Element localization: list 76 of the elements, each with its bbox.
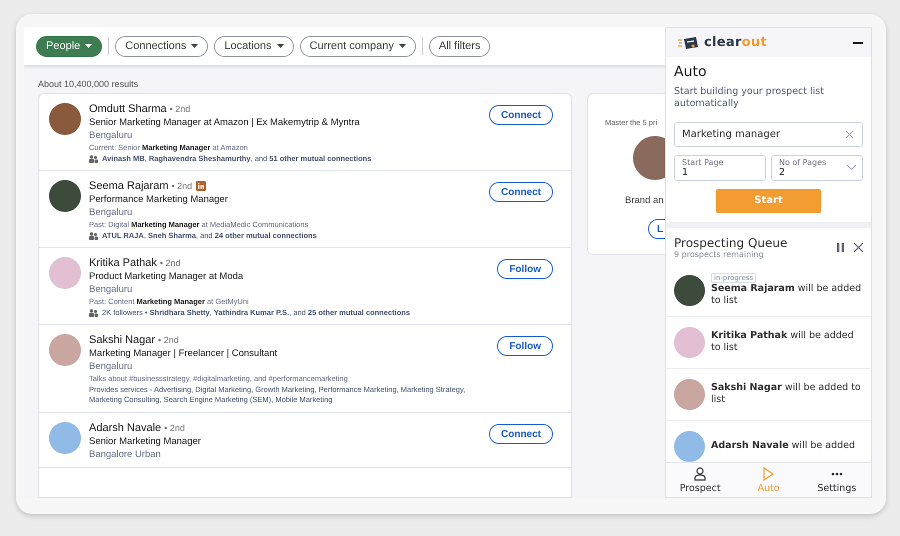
close-icon	[854, 242, 863, 252]
field-value: 2	[779, 166, 786, 178]
panel-subtitle: Start building your prospect list automatically	[674, 86, 825, 110]
person-icon	[694, 466, 706, 480]
close-button[interactable]	[854, 242, 863, 252]
people-icon	[89, 308, 98, 316]
pause-button[interactable]	[837, 242, 844, 252]
filter-chip[interactable]: All filters	[428, 36, 490, 56]
nav-tab[interactable]: Settings	[802, 463, 871, 497]
avatar[interactable]	[49, 103, 81, 135]
location-text: Bengaluru	[89, 130, 134, 141]
location-text: Bengaluru	[89, 284, 134, 295]
promo-button[interactable]: L	[648, 219, 665, 239]
chevron-down-icon	[847, 165, 856, 170]
results-count: About 10,400,000 results	[38, 79, 140, 89]
people-icon	[89, 232, 98, 240]
logo-text: clearout	[704, 35, 767, 50]
connection-degree: • 2nd	[160, 258, 181, 268]
queue-item-text: Sakshi Nagar will be added to list	[711, 382, 862, 407]
queue-item-text: Kritika Pathak will be added to list	[711, 330, 855, 355]
queue-item-text: Seema Rajaram will be added to list	[711, 282, 862, 308]
nav-tab[interactable]: Prospect	[666, 463, 734, 497]
location-text: Bengaluru	[89, 207, 134, 218]
start-page-field[interactable]: Start Page 1	[674, 154, 766, 181]
action-button[interactable]: Follow	[497, 336, 553, 356]
person-name[interactable]: Sakshi Nagar	[89, 334, 156, 346]
logo-icon	[678, 36, 700, 50]
person-name[interactable]: Omdutt Sharma	[89, 103, 167, 115]
action-button[interactable]: Connect	[489, 182, 553, 202]
photo-placeholder	[633, 136, 665, 180]
avatar	[674, 274, 705, 306]
person-name[interactable]: Kritika Pathak	[89, 257, 157, 269]
action-button[interactable]: Connect	[489, 105, 553, 125]
caret-icon	[398, 44, 406, 48]
location-text: Bengaluru	[89, 361, 134, 372]
queue-title: Prospecting Queue	[674, 236, 788, 250]
caret-icon	[276, 44, 284, 48]
field-label: Start Page	[682, 158, 724, 167]
filter-chip[interactable]: People	[36, 36, 102, 56]
premium-badge-icon	[196, 181, 206, 191]
minimize-icon	[853, 42, 863, 44]
remaining-count: 9 prospects remaining	[674, 250, 765, 259]
connection-degree: • 2nd	[170, 104, 190, 114]
job-headline: Senior Marketing Manager at Amazon | Ex Makemytrip & Myntra	[89, 117, 361, 128]
connection-degree: • 2nd	[164, 423, 185, 434]
job-headline: Senior Marketing Manager	[89, 436, 202, 448]
job-headline: Product Marketing Manager at Moda	[89, 271, 244, 282]
caret-icon	[191, 44, 198, 48]
job-headline: Performance Marketing Manager	[89, 194, 229, 205]
action-button[interactable]: Follow	[497, 259, 553, 279]
panel-title: Auto	[674, 64, 708, 80]
people-icon	[89, 154, 98, 162]
avatar	[674, 378, 705, 410]
person-name[interactable]: Adarsh Navale	[89, 422, 162, 434]
promo-title: Brand an	[625, 195, 664, 206]
pages-dropdown[interactable]: No of Pages 2	[771, 154, 863, 181]
avatar	[674, 430, 705, 462]
filter-chip[interactable]: Locations	[214, 36, 294, 56]
person-name[interactable]: Seema Rajaram	[89, 180, 168, 192]
filter-chip[interactable]: Current company	[300, 36, 416, 56]
connection-degree: • 2nd	[171, 181, 192, 191]
queue-item-text: Adarsh Navale will be added	[711, 440, 856, 452]
field-value: 1	[682, 166, 690, 178]
avatar[interactable]	[49, 180, 81, 212]
action-button[interactable]: Connect	[489, 424, 553, 444]
field-label: No of Pages	[779, 158, 828, 167]
job-headline: Marketing Manager | Freelancer | Consultant	[89, 348, 278, 359]
search-field[interactable]: Marketing manager	[674, 122, 863, 147]
location-text: Bangalore Urban	[89, 449, 162, 460]
connection-degree: • 2nd	[158, 335, 179, 345]
play-icon	[762, 466, 774, 480]
avatar	[674, 326, 705, 358]
filter-chip[interactable]: Connections	[115, 36, 208, 56]
pause-icon	[837, 242, 844, 252]
close-icon	[846, 130, 853, 138]
caret-icon	[85, 44, 92, 48]
